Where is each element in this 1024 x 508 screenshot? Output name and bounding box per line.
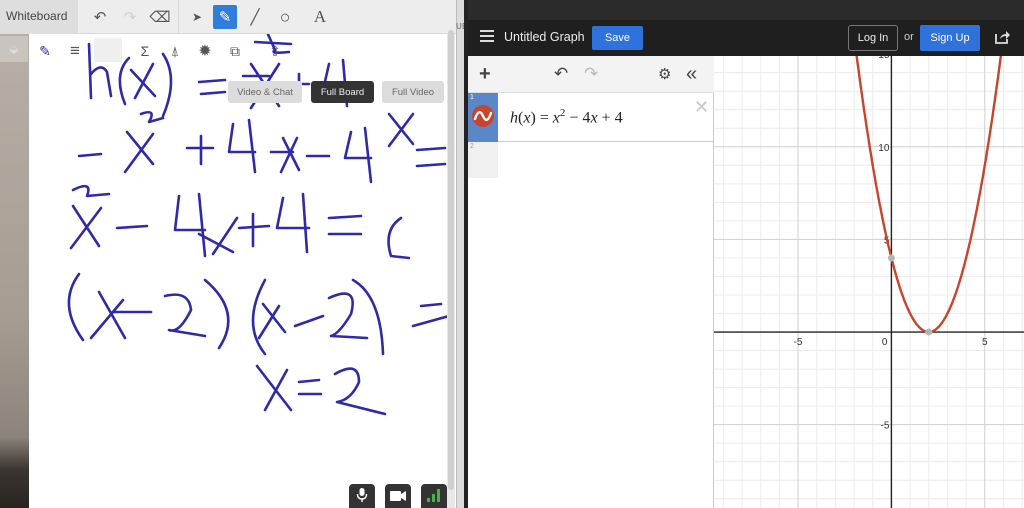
x-tick-label: 5: [982, 337, 988, 348]
graph-settings-button[interactable]: ⚙: [658, 64, 671, 84]
redo-button[interactable]: ↷: [118, 5, 142, 29]
calculator-header: Untitled Graph Save Log In or Sign Up: [468, 20, 1024, 56]
x-tick-label: 0: [882, 337, 888, 348]
expression-row[interactable]: 1 h(x) = x2 − 4x + 4 ✕: [468, 93, 714, 142]
signal-strength-icon: [427, 488, 441, 505]
camera-button[interactable]: [385, 484, 411, 508]
pencil-icon: ✎: [218, 9, 232, 26]
undo-button[interactable]: ↶: [88, 5, 112, 29]
collapse-panel-button[interactable]: «: [686, 62, 698, 85]
or-label: or: [904, 31, 914, 43]
y-tick-label: 15: [878, 56, 890, 61]
whiteboard-title: Whiteboard: [6, 9, 68, 23]
redo-button-graph[interactable]: ↷: [584, 64, 598, 84]
expression-input[interactable]: h(x) = x2 − 4x + 4: [510, 107, 623, 127]
presenter-video-strip: [0, 34, 29, 508]
upload-icon: ⇪: [269, 42, 281, 59]
ink-line-5: [255, 364, 387, 416]
pen-color-icon: ✎: [39, 42, 51, 59]
redo-icon: ↷: [123, 9, 137, 26]
whiteboard-toolbar: Whiteboard ↶ ↷ ⌫ ➤ ✎ ╱ ○ A: [0, 0, 456, 34]
minor-gridlines: [714, 56, 1024, 508]
view-mode-full-board-button[interactable]: Full Board: [311, 81, 374, 103]
pages-icon: ⧉: [230, 42, 240, 59]
undo-icon: ↶: [554, 64, 569, 83]
upload-button[interactable]: ⇪: [264, 40, 286, 62]
vertex-point: [925, 328, 933, 336]
line-icon: ╱: [250, 9, 260, 26]
plus-icon: +: [479, 62, 491, 85]
pencil-tool-button[interactable]: ✎: [213, 5, 237, 29]
handwriting-canvas[interactable]: [29, 34, 454, 508]
view-mode-full-video-button[interactable]: Full Video: [382, 81, 444, 103]
text-tool-button[interactable]: A: [308, 5, 332, 29]
view-mode-video-chat-button[interactable]: Video & Chat: [228, 81, 302, 103]
expression-index: 1: [470, 94, 474, 101]
undo-button-graph[interactable]: ↶: [554, 64, 568, 84]
y-intercept-point: [887, 254, 895, 262]
expression-toolbar: + ↶ ↷ ⚙ «: [468, 56, 714, 93]
pen-color-button[interactable]: ✎: [34, 40, 56, 62]
geometry-button[interactable]: ⍋: [164, 40, 186, 62]
shape-circle-icon: ○: [279, 6, 291, 27]
pages-button[interactable]: ⧉: [224, 40, 246, 62]
whiteboard-subtoolbar: ✎ ≡ Σ ⍋ ✹ ⧉ ⇪: [0, 34, 456, 68]
graph-canvas[interactable]: -50515105-5: [714, 56, 1024, 508]
microphone-icon: [356, 487, 368, 505]
eraser-icon: ⌫: [149, 9, 171, 26]
whiteboard-scrollbar-thumb[interactable]: [448, 30, 454, 490]
sigma-icon: Σ: [140, 43, 150, 59]
settings-gear-icon: ✹: [198, 43, 212, 60]
geometry-icon: ⍋: [170, 42, 180, 59]
whiteboard-panel: Whiteboard ↶ ↷ ⌫ ➤ ✎ ╱ ○ A ⬙ ✎ ≡ Σ ⍋ ✹ ⧉…: [0, 0, 456, 508]
eraser-button[interactable]: ⌫: [148, 5, 172, 29]
camera-icon: [390, 489, 406, 504]
expression-list-panel: + ↶ ↷ ⚙ « 1 h(x) = x2 − 4x + 4 ✕ 2: [468, 56, 714, 508]
microphone-button[interactable]: [349, 484, 375, 508]
line-weight-icon: ≡: [70, 41, 80, 60]
save-button[interactable]: Save: [592, 26, 643, 50]
expression-index: 2: [470, 143, 474, 150]
gear-icon: ⚙: [658, 66, 672, 83]
delete-expression-icon[interactable]: ✕: [694, 97, 709, 118]
expression-row-empty[interactable]: 2: [468, 142, 498, 178]
log-in-button[interactable]: Log In: [848, 25, 898, 51]
share-icon: [995, 31, 1010, 44]
line-tool-button[interactable]: ╱: [243, 5, 267, 29]
sine-wave-icon: [473, 111, 493, 121]
x-tick-label: -5: [794, 337, 803, 348]
redo-icon: ↷: [584, 64, 599, 83]
equation-button[interactable]: Σ: [134, 40, 156, 62]
sign-up-button[interactable]: Sign Up: [920, 25, 980, 51]
ink-line-3: [69, 184, 411, 260]
menu-hamburger-icon[interactable]: [480, 30, 494, 44]
ink-line-4: [67, 272, 451, 356]
expression-tab[interactable]: 1: [468, 93, 498, 142]
select-tool-button[interactable]: ➤: [185, 5, 209, 29]
text-icon: A: [313, 7, 327, 26]
ink-line-2: [77, 110, 447, 184]
graph-color-toggle[interactable]: [472, 105, 494, 127]
y-tick-label: -5: [881, 421, 890, 432]
browser-frame-top: [468, 0, 1024, 20]
select-pointer-icon: ➤: [191, 10, 203, 24]
screen: Whiteboard ↶ ↷ ⌫ ➤ ✎ ╱ ○ A ⬙ ✎ ≡ Σ ⍋ ✹ ⧉…: [0, 0, 1024, 508]
shape-tool-button[interactable]: ○: [273, 5, 297, 29]
share-button[interactable]: [994, 29, 1010, 45]
add-expression-button[interactable]: +: [479, 62, 491, 85]
double-chevron-left-icon: «: [686, 62, 698, 85]
line-weight-button[interactable]: ≡: [64, 40, 86, 62]
graph-plot[interactable]: -50515105-5: [714, 56, 1024, 508]
y-tick-label: 10: [878, 143, 890, 154]
connection-quality-button[interactable]: [421, 484, 447, 508]
settings-button[interactable]: ✹: [194, 40, 216, 62]
undo-icon: ↶: [93, 9, 107, 26]
graph-title[interactable]: Untitled Graph: [504, 30, 585, 44]
